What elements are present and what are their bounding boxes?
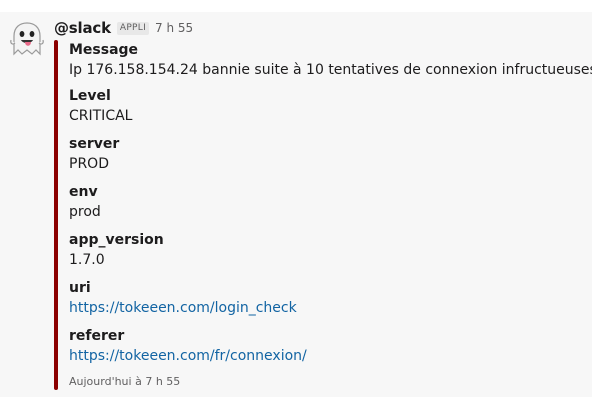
ghost-avatar-svg [10, 22, 44, 56]
field-app-version: app_version 1.7.0 [69, 230, 589, 278]
field-value: PROD [69, 156, 109, 172]
field-server: server PROD [69, 134, 589, 182]
field-value: Ip 176.158.154.24 bannie suite à 10 tent… [69, 62, 592, 78]
field-message: Message Ip 176.158.154.24 bannie suite à… [69, 40, 592, 86]
sender-name[interactable]: @slack [54, 19, 111, 37]
message-header: @slack APPLI 7 h 55 [54, 18, 193, 38]
field-label: Message [69, 42, 139, 58]
field-label: referer [69, 328, 125, 344]
slack-message-view: @slack APPLI 7 h 55 Message Ip 176.158.1… [0, 0, 592, 403]
field-value: https://tokeeen.com/login_check [69, 298, 589, 318]
app-badge: APPLI [116, 21, 150, 35]
field-value: 1.7.0 [69, 252, 105, 268]
field-level: Level CRITICAL [69, 86, 589, 134]
field-value: prod [69, 204, 101, 220]
referer-link[interactable]: https://tokeeen.com/fr/connexion/ [69, 348, 307, 364]
attachment-color-bar [54, 40, 58, 390]
field-uri: uri https://tokeeen.com/login_check [69, 278, 589, 326]
message-timestamp[interactable]: 7 h 55 [155, 21, 193, 35]
ghost-icon[interactable] [8, 20, 46, 58]
field-value: https://tokeeen.com/fr/connexion/ [69, 346, 589, 366]
field-value: CRITICAL [69, 108, 133, 124]
field-label: server [69, 136, 120, 152]
field-label: Level [69, 88, 111, 104]
field-label: env [69, 184, 98, 200]
field-referer: referer https://tokeeen.com/fr/connexion… [69, 326, 589, 374]
attachment-footer: Aujourd'hui à 7 h 55 [69, 375, 181, 388]
field-env: env prod [69, 182, 589, 230]
field-label: app_version [69, 232, 164, 248]
uri-link[interactable]: https://tokeeen.com/login_check [69, 300, 297, 316]
field-label: uri [69, 280, 91, 296]
attachment-fields: Message Ip 176.158.154.24 bannie suite à… [69, 40, 592, 374]
